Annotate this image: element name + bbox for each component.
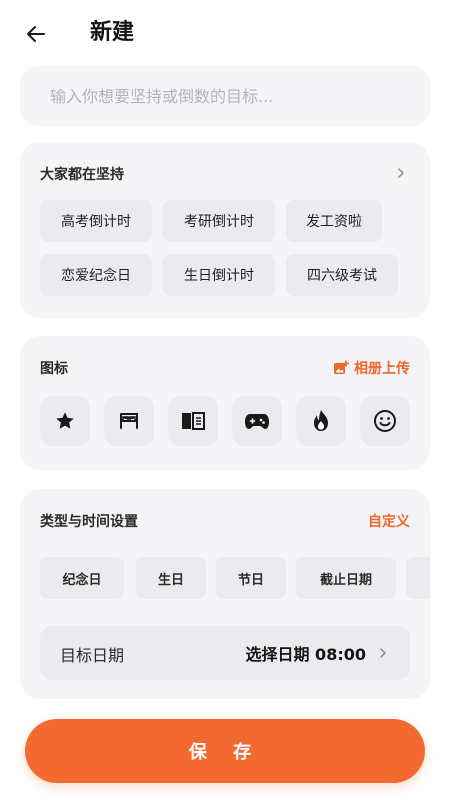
icon-option-gamepad[interactable] — [232, 396, 282, 446]
arrow-left-icon — [27, 26, 45, 42]
popular-chip-love-anniversary[interactable]: 恋爱纪念日 — [40, 254, 152, 296]
goal-input-container — [20, 66, 430, 126]
popular-chip-kaoyan[interactable]: 考研倒计时 — [163, 200, 275, 242]
popular-chip-payday[interactable]: 发工资啦 — [286, 200, 382, 242]
target-date-row[interactable]: 目标日期 选择日期 08:00 — [40, 626, 410, 680]
target-date-label: 目标日期 — [60, 646, 125, 665]
popular-title: 大家都在坚持 — [40, 167, 124, 183]
header: 新建 — [0, 0, 450, 64]
bed-icon — [120, 413, 138, 429]
icon-option-star[interactable] — [40, 396, 90, 446]
type-chip-holiday[interactable]: 节日 — [216, 557, 286, 599]
book-icon — [182, 412, 205, 430]
goal-input[interactable] — [40, 78, 410, 114]
save-button[interactable]: 保 存 — [25, 719, 425, 783]
album-upload-label: 相册上传 — [354, 361, 410, 377]
popular-chip-gaokao[interactable]: 高考倒计时 — [40, 200, 152, 242]
type-chip-deadline[interactable]: 截止日期 — [296, 557, 396, 599]
popular-chip-cet[interactable]: 四六级考试 — [286, 254, 398, 296]
icons-title: 图标 — [40, 361, 68, 377]
chevron-right-icon — [380, 648, 386, 658]
icon-option-bed[interactable] — [104, 396, 154, 446]
chevron-right-icon[interactable] — [396, 168, 406, 178]
target-date-value: 选择日期 08:00 — [245, 645, 366, 664]
back-button[interactable] — [22, 20, 50, 48]
image-upload-icon — [334, 360, 349, 374]
custom-link[interactable]: 自定义 — [368, 511, 410, 531]
type-time-card: 类型与时间设置 自定义 纪念日 生日 节日 截止日期 目标日期 选择日期 08:… — [20, 489, 430, 699]
smile-icon — [374, 410, 396, 432]
icon-option-book[interactable] — [168, 396, 218, 446]
popular-chip-birthday[interactable]: 生日倒计时 — [163, 254, 275, 296]
icon-option-smile[interactable] — [360, 396, 410, 446]
type-chip-anniversary[interactable]: 纪念日 — [40, 557, 124, 599]
fire-icon — [314, 410, 328, 431]
page-title: 新建 — [90, 20, 135, 45]
album-upload-link[interactable]: 相册上传 — [333, 358, 410, 378]
star-icon — [56, 412, 74, 429]
popular-card: 大家都在坚持 高考倒计时 考研倒计时 发工资啦 恋爱纪念日 生日倒计时 四六级考… — [20, 142, 430, 318]
type-chip-overflow[interactable] — [406, 557, 430, 599]
gamepad-icon — [245, 414, 269, 429]
type-time-title: 类型与时间设置 — [40, 514, 138, 530]
icons-card: 图标 相册上传 — [20, 336, 430, 470]
icon-option-fire[interactable] — [296, 396, 346, 446]
type-chip-birthday[interactable]: 生日 — [136, 557, 206, 599]
